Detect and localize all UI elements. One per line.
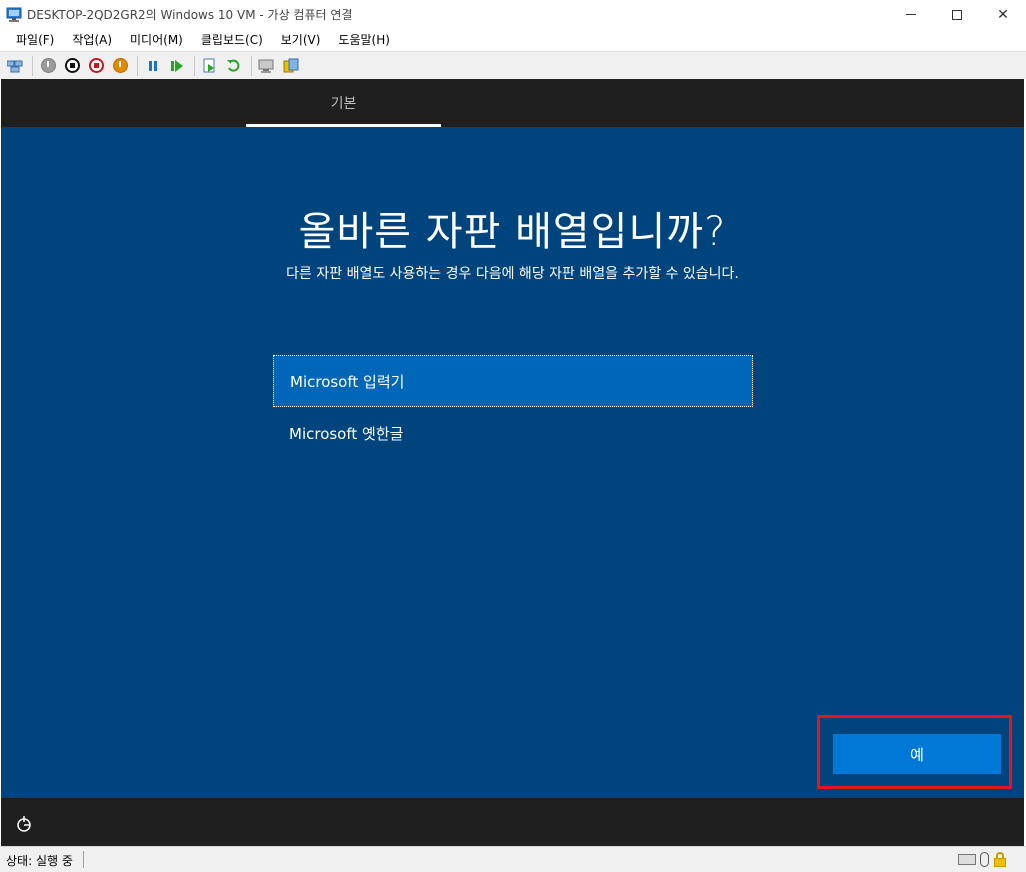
close-button[interactable]: ✕ bbox=[980, 0, 1026, 29]
minimize-icon bbox=[906, 14, 916, 15]
tab-underline bbox=[246, 124, 441, 127]
save-icon bbox=[112, 58, 128, 73]
menu-file[interactable]: 파일(F) bbox=[8, 30, 62, 50]
vm-connection-icon bbox=[6, 7, 22, 22]
ctrl-alt-del-button[interactable] bbox=[4, 55, 26, 77]
yes-button[interactable]: 예 bbox=[833, 734, 1001, 774]
pause-button[interactable] bbox=[142, 55, 164, 77]
revert-icon bbox=[227, 59, 240, 72]
oobe-footer bbox=[1, 798, 1024, 846]
page-subtitle: 다른 자판 배열도 사용하는 경우 다음에 해당 자판 배열을 추가할 수 있습… bbox=[286, 266, 739, 282]
toolbar-separator bbox=[32, 55, 33, 76]
share-button[interactable] bbox=[280, 55, 302, 77]
turn-off-icon bbox=[64, 58, 80, 73]
mouse-icon bbox=[980, 852, 989, 867]
minimize-button[interactable] bbox=[888, 0, 934, 29]
yes-button-label: 예 bbox=[910, 745, 924, 764]
page-title: 올바른 자판 배열입니까? bbox=[298, 209, 727, 255]
status-separator bbox=[83, 851, 84, 868]
lock-icon bbox=[993, 852, 1007, 867]
tab-basic: 기본 bbox=[330, 96, 357, 112]
share-icon bbox=[283, 58, 299, 72]
start-icon bbox=[40, 58, 56, 73]
checkpoint-icon bbox=[203, 58, 215, 72]
maximize-button[interactable] bbox=[934, 0, 980, 29]
enhanced-session-button[interactable] bbox=[256, 55, 278, 77]
layout-option-label: Microsoft 옛한글 bbox=[289, 424, 404, 443]
enhanced-session-icon bbox=[258, 59, 274, 73]
toolbar-separator bbox=[194, 55, 195, 76]
menu-media[interactable]: 미디어(M) bbox=[122, 30, 191, 50]
resume-icon bbox=[171, 59, 183, 72]
resume-button[interactable] bbox=[166, 55, 188, 77]
close-icon: ✕ bbox=[997, 6, 1009, 23]
layout-option-label: Microsoft 입력기 bbox=[290, 372, 405, 391]
revert-button[interactable] bbox=[223, 55, 245, 77]
menu-action[interactable]: 작업(A) bbox=[64, 30, 120, 50]
shutdown-icon bbox=[88, 58, 104, 73]
oobe-header: 기본 bbox=[1, 79, 1024, 127]
turn-off-button[interactable] bbox=[61, 55, 83, 77]
menu-view[interactable]: 보기(V) bbox=[273, 30, 329, 50]
shutdown-button[interactable] bbox=[85, 55, 107, 77]
checkpoint-button[interactable] bbox=[199, 55, 221, 77]
save-state-button[interactable] bbox=[109, 55, 131, 77]
layout-option-old-hangul[interactable]: Microsoft 옛한글 bbox=[273, 407, 753, 459]
pause-icon bbox=[149, 60, 157, 71]
menu-clipboard[interactable]: 클립보드(C) bbox=[193, 30, 271, 50]
window-title: DESKTOP-2QD2GR2의 Windows 10 VM - 가상 컴퓨터 … bbox=[27, 8, 353, 22]
keyboard-icon bbox=[958, 854, 976, 865]
menu-help[interactable]: 도움말(H) bbox=[330, 30, 398, 50]
toolbar-separator bbox=[251, 55, 252, 76]
layout-option-ime[interactable]: Microsoft 입력기 bbox=[273, 355, 753, 407]
window-title-bar: DESKTOP-2QD2GR2의 Windows 10 VM - 가상 컴퓨터 … bbox=[0, 0, 1026, 29]
accessibility-icon[interactable] bbox=[15, 814, 35, 834]
toolbar-separator bbox=[137, 55, 138, 76]
status-icons bbox=[958, 852, 1007, 867]
vm-screen[interactable]: 기본 올바른 자판 배열입니까? 다른 자판 배열도 사용하는 경우 다음에 해… bbox=[1, 79, 1024, 846]
maximize-icon bbox=[952, 9, 962, 20]
ctrl-alt-del-icon bbox=[7, 60, 23, 72]
menu-bar: 파일(F) 작업(A) 미디어(M) 클립보드(C) 보기(V) 도움말(H) bbox=[0, 29, 1026, 51]
status-bar: 상태: 실행 중 bbox=[0, 846, 1026, 872]
toolbar bbox=[0, 51, 1026, 79]
start-button[interactable] bbox=[37, 55, 59, 77]
keyboard-layout-list: Microsoft 입력기 Microsoft 옛한글 bbox=[273, 355, 753, 459]
status-text: 상태: 실행 중 bbox=[6, 854, 73, 868]
